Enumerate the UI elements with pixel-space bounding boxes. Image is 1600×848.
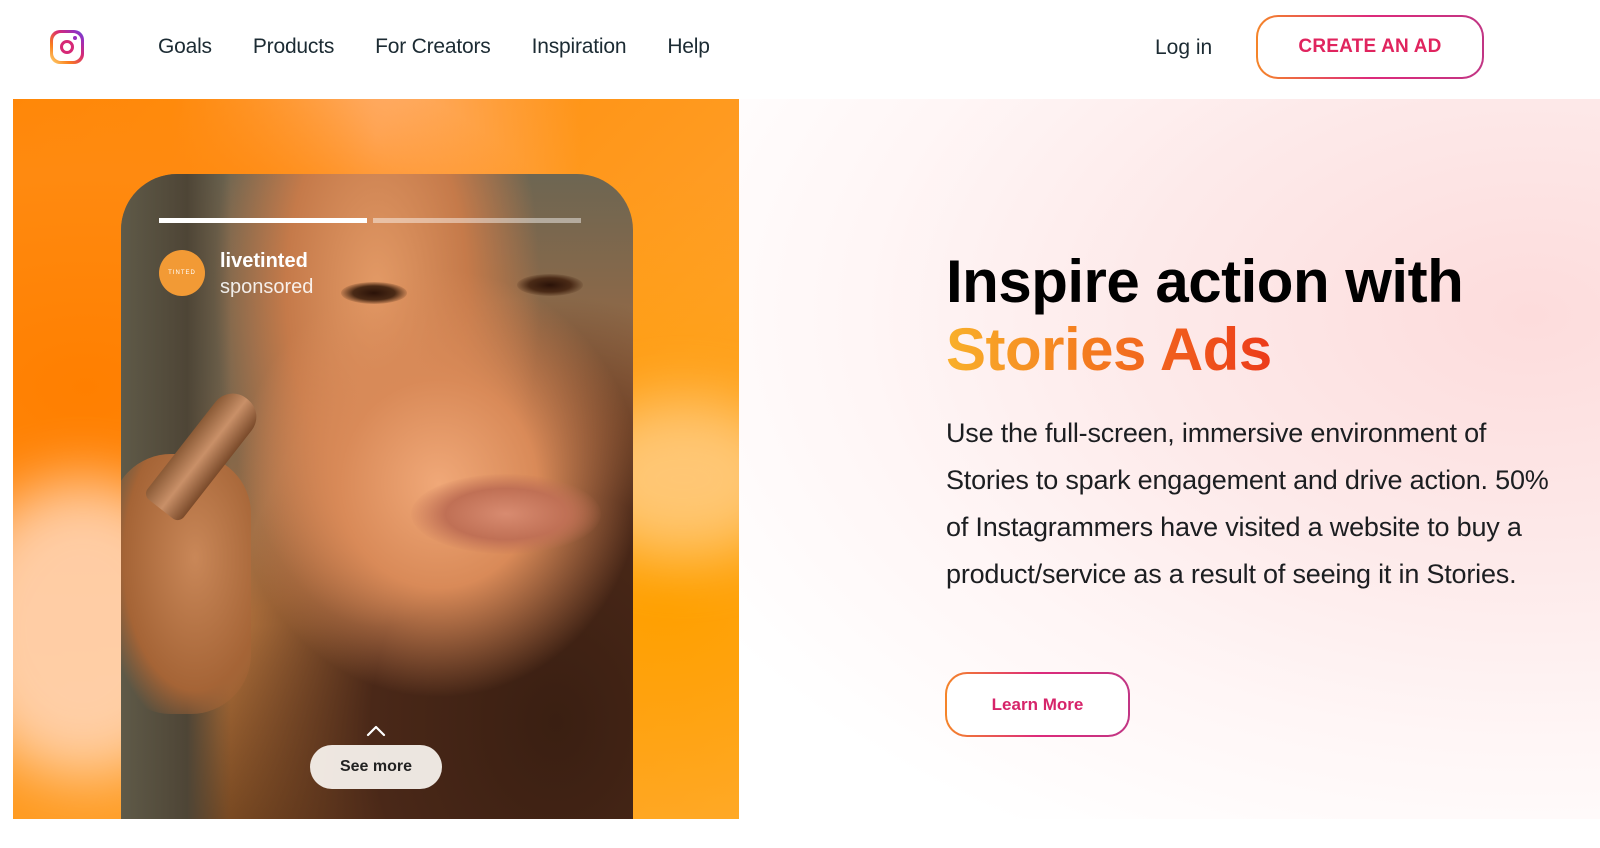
- create-ad-button[interactable]: CREATE AN AD: [1256, 15, 1484, 79]
- logo-dot: [73, 36, 77, 40]
- story-image-eye: [517, 274, 583, 296]
- see-more-button[interactable]: See more: [310, 745, 442, 789]
- headline-line: Inspire action with: [946, 248, 1464, 315]
- story-progress-segment: [159, 218, 367, 223]
- nav-link-products[interactable]: Products: [253, 35, 334, 59]
- stories-ad-preview: TINTED livetinted sponsored See more: [13, 99, 739, 819]
- sponsored-label: sponsored: [220, 276, 314, 298]
- chevron-up-icon: [366, 725, 386, 737]
- login-link[interactable]: Log in: [1155, 36, 1212, 60]
- hero-description: Use the full-screen, immersive environme…: [946, 418, 1549, 589]
- top-navigation: Goals Products For Creators Inspiration …: [0, 0, 1600, 98]
- headline-accent: Stories Ads: [946, 316, 1272, 383]
- story-progress-segment: [373, 218, 581, 223]
- story-frame: TINTED livetinted sponsored See more: [121, 174, 633, 819]
- instagram-logo-icon[interactable]: [50, 30, 84, 64]
- nav-link-inspiration[interactable]: Inspiration: [532, 35, 627, 59]
- logo-lens: [60, 40, 74, 54]
- story-image-eye: [341, 282, 407, 304]
- story-progress: [159, 218, 581, 223]
- learn-more-button[interactable]: Learn More: [945, 672, 1130, 737]
- brand-avatar[interactable]: TINTED: [159, 250, 205, 296]
- nav-links: Goals Products For Creators Inspiration …: [158, 35, 751, 59]
- nav-link-goals[interactable]: Goals: [158, 35, 212, 59]
- nav-link-help[interactable]: Help: [667, 35, 710, 59]
- story-image-lips: [411, 474, 601, 554]
- hero-headline: Inspire action with Stories Ads: [946, 248, 1464, 384]
- story-progress-fill: [159, 218, 367, 223]
- brand-name[interactable]: livetinted: [220, 250, 308, 273]
- logo-inner: [53, 33, 81, 61]
- nav-link-for-creators[interactable]: For Creators: [375, 35, 491, 59]
